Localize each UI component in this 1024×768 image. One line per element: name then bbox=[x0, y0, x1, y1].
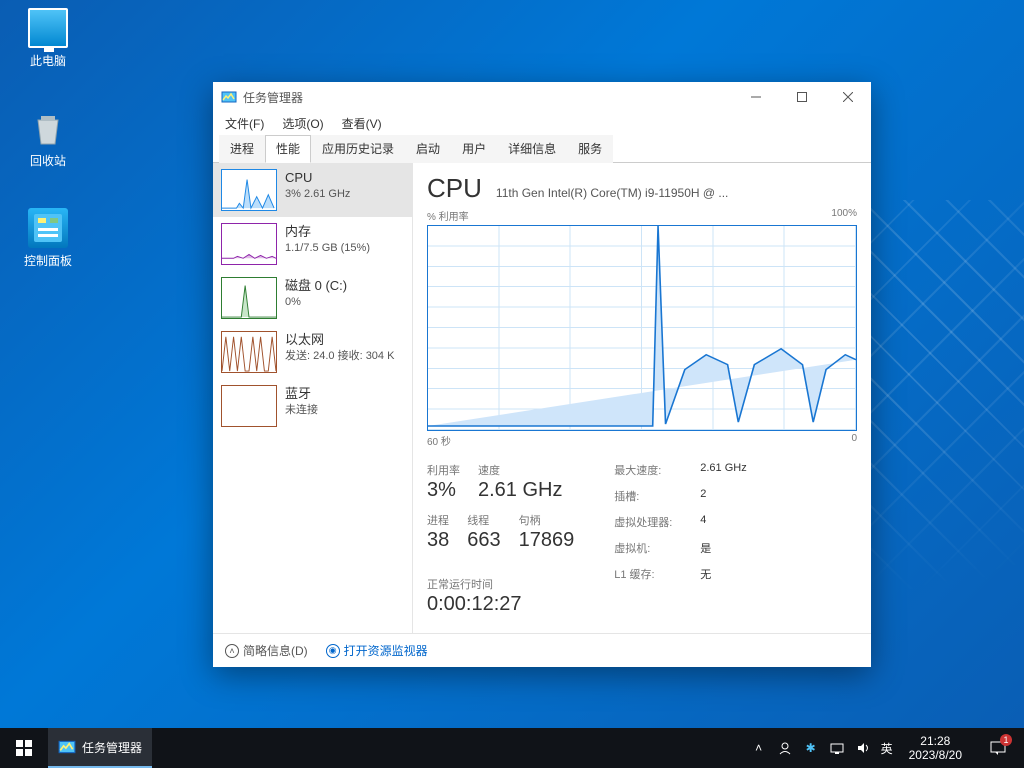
menu-view[interactable]: 查看(V) bbox=[336, 113, 388, 134]
stat-maxspeed: 2.61 GHz bbox=[700, 462, 746, 478]
sidebar-item-cpu[interactable]: CPU3% 2.61 GHz bbox=[213, 163, 412, 217]
tabs: 进程 性能 应用历史记录 启动 用户 详细信息 服务 bbox=[213, 134, 871, 163]
stat-l1cache: 无 bbox=[700, 566, 711, 582]
perf-main: CPU 11th Gen Intel(R) Core(TM) i9-11950H… bbox=[413, 163, 871, 633]
chart-xright: 0 bbox=[851, 433, 857, 448]
cpu-mini-chart bbox=[221, 169, 277, 211]
sidebar-item-label: 内存 bbox=[285, 223, 370, 241]
tray-chevron-up-icon[interactable]: ˄ bbox=[751, 740, 767, 756]
ethernet-mini-chart bbox=[221, 331, 277, 373]
tab-users[interactable]: 用户 bbox=[451, 135, 497, 163]
stat-handles: 17869 bbox=[519, 529, 575, 552]
window-footer: ˄简略信息(D) ◉打开资源监视器 bbox=[213, 633, 871, 667]
monitor-icon bbox=[28, 8, 68, 48]
taskbar-time: 21:28 bbox=[909, 734, 962, 748]
menu-options[interactable]: 选项(O) bbox=[276, 113, 329, 134]
tray-network-icon[interactable] bbox=[829, 740, 845, 756]
menubar: 文件(F) 选项(O) 查看(V) bbox=[213, 112, 871, 134]
system-tray: ˄ ✱ 英 21:28 2023/8/20 1 bbox=[751, 728, 1024, 768]
memory-mini-chart bbox=[221, 223, 277, 265]
sidebar-item-label: CPU bbox=[285, 169, 350, 187]
notification-badge: 1 bbox=[1000, 734, 1012, 746]
desktop-icon-label: 此电脑 bbox=[10, 52, 86, 69]
open-resmon-link[interactable]: ◉打开资源监视器 bbox=[326, 642, 428, 659]
windows-icon bbox=[16, 740, 32, 756]
stat-processes: 38 bbox=[427, 529, 449, 552]
cpu-title: CPU bbox=[427, 173, 482, 204]
sidebar-item-ethernet[interactable]: 以太网发送: 24.0 接收: 304 K bbox=[213, 325, 412, 379]
cpu-model: 11th Gen Intel(R) Core(TM) i9-11950H @ .… bbox=[496, 186, 857, 200]
desktop-icon-label: 回收站 bbox=[10, 152, 86, 169]
stat-sockets: 2 bbox=[700, 488, 706, 504]
taskbar: 任务管理器 ˄ ✱ 英 21:28 2023/8/20 1 bbox=[0, 728, 1024, 768]
stat-uptime: 0:00:12:27 bbox=[427, 593, 574, 616]
tray-ime[interactable]: 英 bbox=[881, 740, 893, 756]
control-panel-icon bbox=[28, 208, 68, 248]
stat-virtualproc: 4 bbox=[700, 514, 706, 530]
stat-utilization: 3% bbox=[427, 479, 460, 502]
desktop-icon-recycle-bin[interactable]: 回收站 bbox=[10, 108, 86, 169]
desktop-icon-control-panel[interactable]: 控制面板 bbox=[10, 208, 86, 269]
minimize-button[interactable] bbox=[733, 82, 779, 112]
sidebar-item-disk[interactable]: 磁盘 0 (C:)0% bbox=[213, 271, 412, 325]
perf-sidebar: CPU3% 2.61 GHz 内存1.1/7.5 GB (15%) 磁盘 0 (… bbox=[213, 163, 413, 633]
start-button[interactable] bbox=[0, 728, 48, 768]
taskbar-clock[interactable]: 21:28 2023/8/20 bbox=[903, 734, 968, 763]
sidebar-item-label: 磁盘 0 (C:) bbox=[285, 277, 347, 295]
notification-center[interactable]: 1 bbox=[978, 728, 1018, 768]
desktop-icon-label: 控制面板 bbox=[10, 252, 86, 269]
stat-speed: 2.61 GHz bbox=[478, 479, 562, 502]
menu-file[interactable]: 文件(F) bbox=[219, 113, 270, 134]
tab-services[interactable]: 服务 bbox=[567, 135, 613, 163]
tab-app-history[interactable]: 应用历史记录 bbox=[311, 135, 405, 163]
bluetooth-mini-chart bbox=[221, 385, 277, 427]
sidebar-item-label: 蓝牙 bbox=[285, 385, 318, 403]
stat-vm: 是 bbox=[700, 540, 711, 556]
recycle-bin-icon bbox=[28, 108, 68, 148]
maximize-button[interactable] bbox=[779, 82, 825, 112]
tab-details[interactable]: 详细信息 bbox=[497, 135, 567, 163]
tab-startup[interactable]: 启动 bbox=[405, 135, 451, 163]
tab-processes[interactable]: 进程 bbox=[219, 135, 265, 163]
chart-xleft: 60 秒 bbox=[427, 433, 451, 448]
sidebar-item-bluetooth[interactable]: 蓝牙未连接 bbox=[213, 379, 412, 433]
titlebar[interactable]: 任务管理器 bbox=[213, 82, 871, 112]
taskbar-date: 2023/8/20 bbox=[909, 748, 962, 762]
sidebar-item-memory[interactable]: 内存1.1/7.5 GB (15%) bbox=[213, 217, 412, 271]
stat-threads: 663 bbox=[467, 529, 500, 552]
chevron-up-icon: ˄ bbox=[225, 644, 239, 658]
fewer-details-link[interactable]: ˄简略信息(D) bbox=[225, 642, 308, 659]
tray-people-icon[interactable] bbox=[777, 740, 793, 756]
tray-volume-icon[interactable] bbox=[855, 740, 871, 756]
cpu-chart bbox=[427, 225, 857, 431]
desktop-icon-this-pc[interactable]: 此电脑 bbox=[10, 8, 86, 69]
chart-ymax: 100% bbox=[831, 208, 857, 223]
taskbar-item-label: 任务管理器 bbox=[82, 739, 142, 756]
task-manager-window: 任务管理器 文件(F) 选项(O) 查看(V) 进程 性能 应用历史记录 启动 … bbox=[213, 82, 871, 667]
task-manager-icon bbox=[58, 738, 76, 756]
sidebar-item-label: 以太网 bbox=[285, 331, 394, 349]
task-manager-icon bbox=[221, 89, 237, 105]
window-title: 任务管理器 bbox=[243, 89, 303, 106]
tray-bluetooth-icon[interactable]: ✱ bbox=[803, 740, 819, 756]
tab-performance[interactable]: 性能 bbox=[265, 135, 311, 163]
taskbar-item-task-manager[interactable]: 任务管理器 bbox=[48, 728, 152, 768]
chart-ylabel: % 利用率 bbox=[427, 208, 469, 223]
disk-mini-chart bbox=[221, 277, 277, 319]
close-button[interactable] bbox=[825, 82, 871, 112]
resmon-icon: ◉ bbox=[326, 644, 340, 658]
